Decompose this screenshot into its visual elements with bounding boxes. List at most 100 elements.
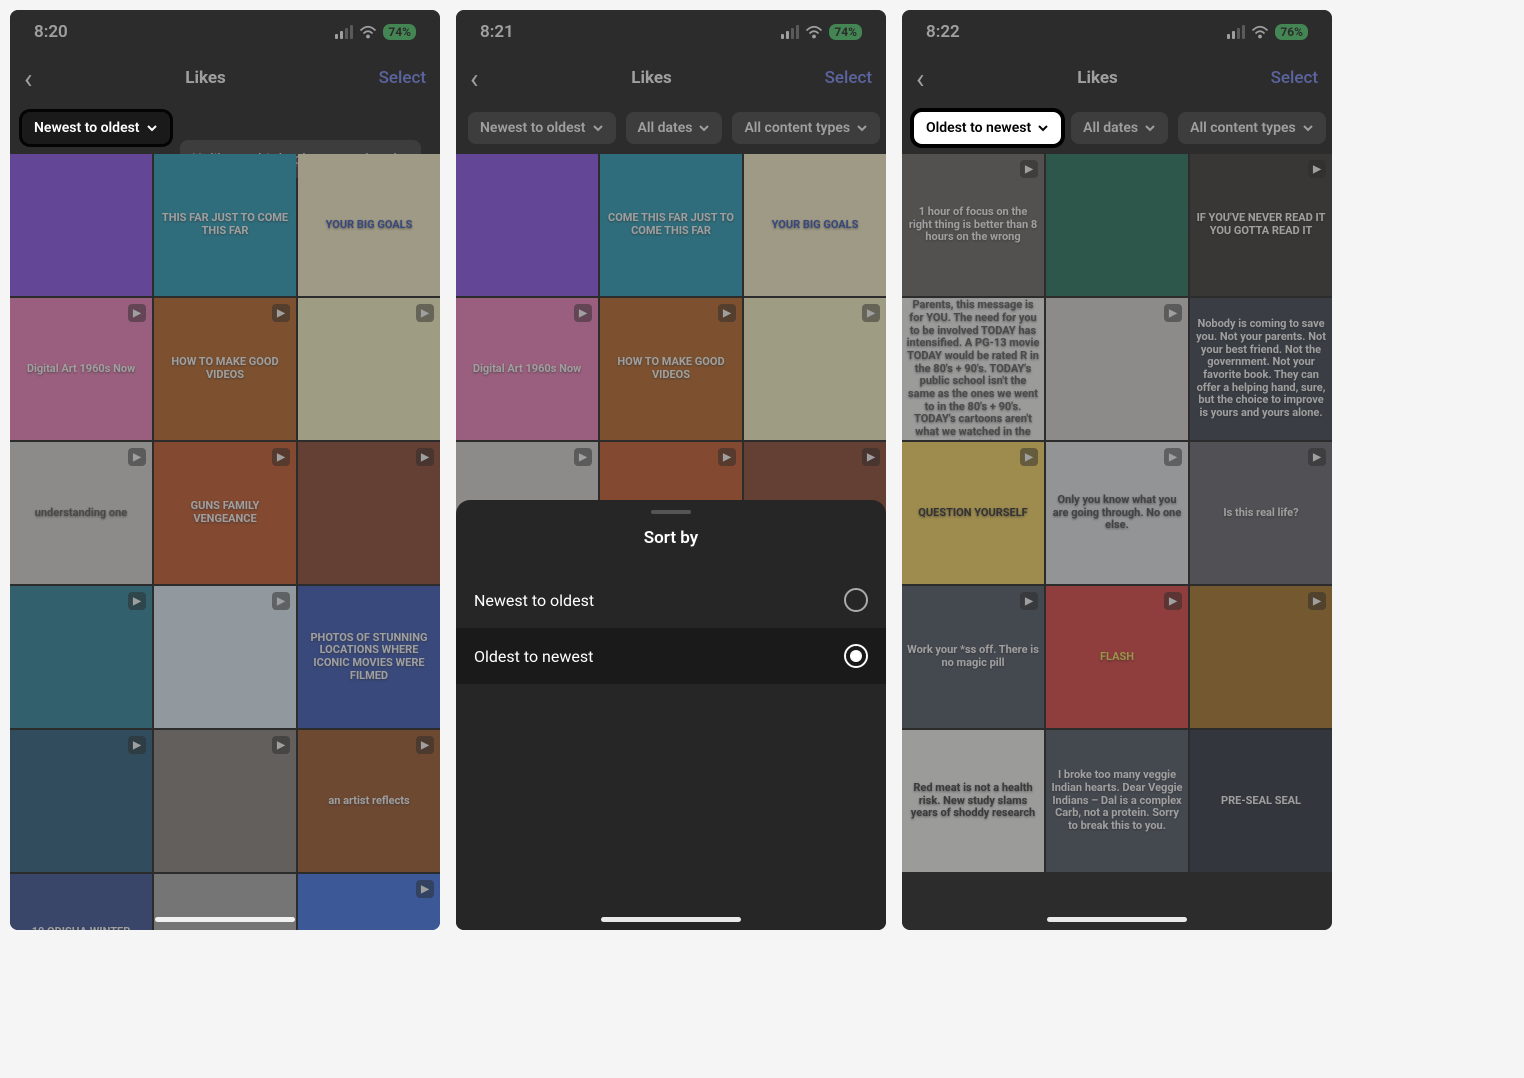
select-button[interactable]: Select bbox=[825, 68, 872, 88]
tile-caption: Is this real life? bbox=[1223, 507, 1298, 520]
dates-chip[interactable]: All dates bbox=[626, 112, 723, 144]
cellular-icon bbox=[335, 25, 353, 39]
reel-icon: ▶ bbox=[128, 304, 146, 322]
reel-icon: ▶ bbox=[1308, 592, 1326, 610]
media-tile[interactable]: mokoba▶ bbox=[298, 874, 440, 930]
media-tile[interactable]: Only you know what you are going through… bbox=[1046, 442, 1188, 584]
radio-icon bbox=[844, 644, 868, 668]
media-tile[interactable]: ▶ bbox=[10, 586, 152, 728]
battery-indicator: 74% bbox=[829, 24, 862, 40]
chevron-down-icon bbox=[146, 122, 158, 134]
home-indicator[interactable] bbox=[155, 917, 295, 922]
tile-caption: QUESTION YOURSELF bbox=[918, 507, 1027, 520]
reel-icon: ▶ bbox=[1164, 448, 1182, 466]
home-indicator[interactable] bbox=[601, 917, 741, 922]
reel-icon: ▶ bbox=[1164, 304, 1182, 322]
media-tile[interactable]: an artist reflects▶ bbox=[298, 730, 440, 872]
media-tile[interactable]: 10 ODISHA WINTER FOODS THE WORLD NEEDS T… bbox=[10, 874, 152, 930]
media-tile[interactable]: IF YOU'VE NEVER READ IT YOU GOTTA READ I… bbox=[1190, 154, 1332, 296]
tile-caption: Nobody is coming to save you. Not your p… bbox=[1194, 318, 1328, 419]
media-tile[interactable]: ▶ bbox=[298, 442, 440, 584]
reel-icon: ▶ bbox=[272, 592, 290, 610]
tile-caption: Digital Art 1960s Now bbox=[27, 363, 135, 376]
media-tile[interactable]: Patrick Bet-David — Parents, this messag… bbox=[902, 298, 1044, 440]
tile-caption: HOW TO MAKE GOOD VIDEOS bbox=[158, 356, 292, 381]
sort-option-newest[interactable]: Newest to oldest bbox=[456, 572, 886, 628]
tile-caption: Only you know what you are going through… bbox=[1050, 494, 1184, 532]
tile-caption: YOUR BIG GOALS bbox=[772, 219, 859, 232]
media-tile[interactable]: ▶ bbox=[154, 730, 296, 872]
media-tile[interactable]: Is this real life?▶ bbox=[1190, 442, 1332, 584]
media-tile[interactable]: understanding one▶ bbox=[10, 442, 152, 584]
media-tile[interactable]: Nobody is coming to save you. Not your p… bbox=[1190, 298, 1332, 440]
sheet-title: Sort by bbox=[456, 528, 886, 548]
media-tile[interactable]: HOW TO MAKE GOOD VIDEOS▶ bbox=[600, 298, 742, 440]
sort-chip[interactable]: Oldest to newest bbox=[914, 112, 1061, 144]
phone-screen-3: 8:22 76% ‹ Likes Select Oldest to newest… bbox=[902, 10, 1332, 930]
dates-chip[interactable]: All dates bbox=[1071, 112, 1168, 144]
status-icons: 76% bbox=[1227, 24, 1308, 40]
sort-chip[interactable]: Newest to oldest bbox=[468, 112, 616, 144]
media-tile[interactable]: Digital Art 1960s Now▶ bbox=[456, 298, 598, 440]
media-tile[interactable]: Digital Art 1960s Now ▶ bbox=[10, 298, 152, 440]
select-button[interactable]: Select bbox=[1271, 68, 1318, 88]
tile-caption: I broke too many veggie Indian hearts. D… bbox=[1050, 769, 1184, 832]
media-tile[interactable]: ▶ bbox=[10, 730, 152, 872]
media-tile[interactable]: PRE-SEAL SEAL bbox=[1190, 730, 1332, 872]
nav-bar: ‹ Likes Select bbox=[456, 54, 886, 102]
sort-label: Newest to oldest bbox=[34, 120, 140, 136]
media-tile[interactable] bbox=[456, 154, 598, 296]
media-tile[interactable]: ▶ bbox=[154, 586, 296, 728]
media-tile[interactable]: GUNS FAMILY VENGEANCE▶ bbox=[154, 442, 296, 584]
media-tile[interactable]: HOW TO MAKE GOOD VIDEOS▶ bbox=[154, 298, 296, 440]
media-tile[interactable]: Red meat is not a health risk. New study… bbox=[902, 730, 1044, 872]
tile-caption: an artist reflects bbox=[328, 795, 409, 808]
reel-icon: ▶ bbox=[1020, 592, 1038, 610]
phone-screen-1: 8:20 74% ‹ Likes Select Newest to oldest… bbox=[10, 10, 440, 930]
media-tile[interactable]: PHOTOS OF STUNNING LOCATIONS WHERE ICONI… bbox=[298, 586, 440, 728]
back-icon[interactable]: ‹ bbox=[470, 62, 478, 95]
reel-icon: ▶ bbox=[1020, 448, 1038, 466]
reel-icon: ▶ bbox=[272, 736, 290, 754]
media-tile[interactable] bbox=[10, 154, 152, 296]
reel-icon: ▶ bbox=[718, 304, 736, 322]
media-tile[interactable]: 1 hour of focus on the right thing is be… bbox=[902, 154, 1044, 296]
sort-option-oldest[interactable]: Oldest to newest bbox=[456, 628, 886, 684]
chevron-down-icon bbox=[592, 122, 604, 134]
option-label: Newest to oldest bbox=[474, 591, 594, 610]
chevron-down-icon bbox=[1037, 122, 1049, 134]
sheet-handle[interactable] bbox=[651, 510, 691, 514]
media-tile[interactable]: YOUR BIG GOALS bbox=[744, 154, 886, 296]
types-chip[interactable]: All content types bbox=[732, 112, 880, 144]
wifi-icon bbox=[1251, 25, 1269, 39]
media-tile[interactable]: ▶ bbox=[298, 298, 440, 440]
media-tile[interactable] bbox=[1046, 154, 1188, 296]
media-tile[interactable]: THIS FAR JUST TO COME THIS FAR bbox=[154, 154, 296, 296]
reel-icon: ▶ bbox=[416, 880, 434, 898]
tile-caption: FLASH bbox=[1100, 651, 1134, 664]
radio-icon bbox=[844, 588, 868, 612]
reel-icon: ▶ bbox=[1164, 592, 1182, 610]
page-title: Likes bbox=[1077, 68, 1118, 88]
types-chip[interactable]: All content types bbox=[1178, 112, 1326, 144]
media-tile[interactable]: FLASH ▶ bbox=[1046, 586, 1188, 728]
media-tile[interactable]: ▶ bbox=[1046, 298, 1188, 440]
select-button[interactable]: Select bbox=[379, 68, 426, 88]
media-tile[interactable]: Work your *ss off. There is no magic pil… bbox=[902, 586, 1044, 728]
status-icons: 74% bbox=[781, 24, 862, 40]
home-indicator[interactable] bbox=[1047, 917, 1187, 922]
wifi-icon bbox=[359, 25, 377, 39]
sort-chip[interactable]: Newest to oldest bbox=[22, 112, 170, 144]
media-tile[interactable]: YOUR BIG GOALS bbox=[298, 154, 440, 296]
tile-caption: Digital Art 1960s Now bbox=[473, 363, 581, 376]
media-tile[interactable]: COME THIS FAR JUST TO COME THIS FAR bbox=[600, 154, 742, 296]
back-icon[interactable]: ‹ bbox=[916, 62, 924, 95]
filter-row: Oldest to newest All dates All content t… bbox=[902, 102, 1332, 154]
media-tile[interactable]: ▶ bbox=[1190, 586, 1332, 728]
reel-icon: ▶ bbox=[862, 448, 880, 466]
media-tile[interactable]: ▶ bbox=[744, 298, 886, 440]
back-icon[interactable]: ‹ bbox=[24, 62, 32, 95]
reel-icon: ▶ bbox=[272, 448, 290, 466]
media-tile[interactable]: QUESTION YOURSELF ▶ bbox=[902, 442, 1044, 584]
media-tile[interactable]: I broke too many veggie Indian hearts. D… bbox=[1046, 730, 1188, 872]
